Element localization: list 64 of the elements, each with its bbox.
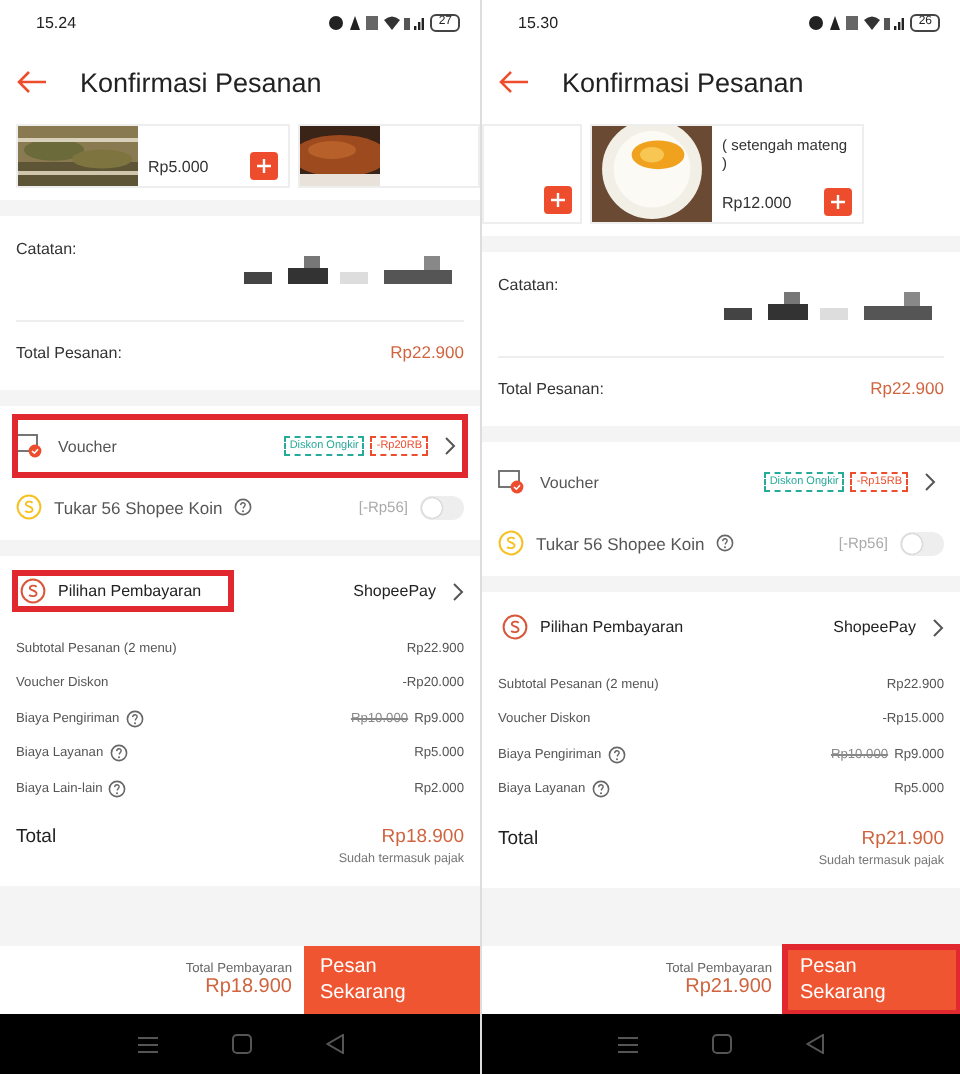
back-arrow-icon <box>498 70 530 94</box>
note-label: Catatan: <box>498 276 559 294</box>
chevron-right-icon <box>444 436 456 456</box>
payment-method-row[interactable]: Pilihan Pembayaran ShopeePay <box>16 556 464 626</box>
total-label: Total <box>498 827 539 849</box>
payment-value: ShopeePay <box>833 618 916 636</box>
payment-icon <box>20 578 46 604</box>
add-button[interactable] <box>824 188 852 216</box>
voucher-icon <box>16 434 42 458</box>
help-icon <box>234 498 253 516</box>
voucher-label: Voucher <box>58 437 119 455</box>
voucher-icon <box>498 470 524 494</box>
back-arrow-icon <box>16 70 48 94</box>
total-value: Rp18.900 <box>381 826 464 848</box>
payment-total-value: Rp21.900 <box>685 976 772 998</box>
coin-icon <box>16 494 42 520</box>
screen-title: Konfirmasi Pesanan <box>80 67 322 97</box>
item-price: Rp12.000 <box>722 193 792 211</box>
order-total-value: Rp22.900 <box>390 342 464 362</box>
order-total-value: Rp22.900 <box>870 378 944 398</box>
back-icon <box>805 1034 824 1054</box>
clock-time: 15.30 <box>518 13 559 31</box>
menu-item-card[interactable] <box>482 124 582 224</box>
payment-method-row[interactable]: Pilihan Pembayaran ShopeePay <box>498 592 944 662</box>
order-total-label: Total Pesanan: <box>498 379 604 397</box>
home-icon <box>711 1034 732 1054</box>
total-label: Total <box>16 826 57 848</box>
coin-toggle[interactable] <box>900 531 944 555</box>
plus-icon <box>256 158 272 174</box>
screen-title: Konfirmasi Pesanan <box>562 67 804 97</box>
payment-icon <box>502 614 528 640</box>
order-now-button[interactable]: Pesan Sekarang <box>304 946 480 1014</box>
menu-icon <box>137 1035 157 1053</box>
coin-label: Tukar 56 Shopee Koin <box>536 533 705 553</box>
item-price: Rp5.000 <box>148 157 209 175</box>
back-button[interactable] <box>16 70 48 94</box>
payment-value: ShopeePay <box>353 582 436 600</box>
total-value: Rp21.900 <box>861 827 944 849</box>
add-button[interactable] <box>250 152 278 180</box>
order-total-label: Total Pesanan: <box>16 343 122 361</box>
chevron-right-icon <box>452 581 464 601</box>
back-button[interactable] <box>498 70 530 94</box>
status-icons <box>808 13 905 31</box>
plus-icon <box>550 192 566 208</box>
payment-label: Pilihan Pembayaran <box>58 582 202 600</box>
coin-toggle[interactable] <box>420 495 464 519</box>
menu-item-card[interactable]: Rp5.000 <box>16 124 290 188</box>
voucher-label: Voucher <box>540 473 601 491</box>
home-icon <box>231 1034 251 1054</box>
status-icons <box>328 13 425 31</box>
back-icon <box>325 1034 343 1054</box>
chevron-right-icon <box>932 617 944 637</box>
payment-label: Pilihan Pembayaran <box>540 618 684 636</box>
plus-icon <box>830 194 846 210</box>
chevron-right-icon <box>924 472 936 492</box>
note-label: Catatan: <box>16 240 77 258</box>
order-now-button[interactable]: Pesan Sekarang <box>784 946 960 1014</box>
payment-total-value: Rp18.900 <box>205 976 292 998</box>
coin-label: Tukar 56 Shopee Koin <box>54 497 223 517</box>
clock-time: 15.24 <box>36 13 77 31</box>
help-icon <box>716 534 735 552</box>
add-button[interactable] <box>544 186 572 214</box>
menu-icon <box>618 1035 639 1053</box>
coin-icon <box>498 530 524 556</box>
